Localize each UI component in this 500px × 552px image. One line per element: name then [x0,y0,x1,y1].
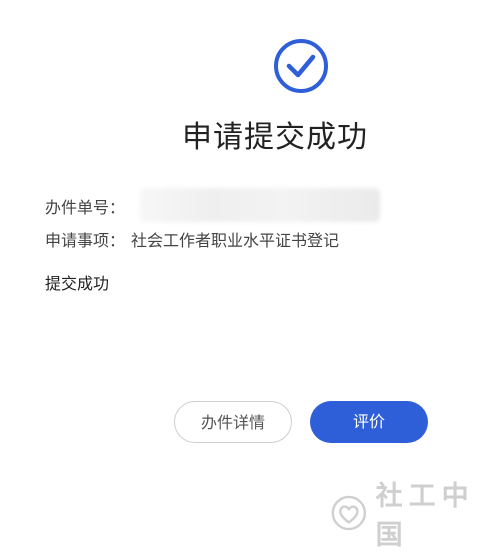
case-detail-button[interactable]: 办件详情 [174,401,292,443]
page-title: 申请提交成功 [182,120,368,155]
case-number-row: 办件单号： [45,197,125,219]
check-circle-icon [274,39,328,93]
case-number-label: 办件单号： [45,198,126,217]
application-item-label: 申请事项： [45,231,126,250]
watermark-text: 社工中国 [375,481,475,551]
watermark: 社工中国 [330,474,500,552]
redacted-case-number [140,188,380,222]
heart-logo-icon [331,495,367,531]
application-item-value: 社会工作者职业水平证书登记 [131,231,340,250]
rate-button[interactable]: 评价 [310,401,428,443]
application-item-row: 申请事项： 社会工作者职业水平证书登记 [45,230,339,252]
status-text: 提交成功 [45,274,110,293]
page: 申请提交成功 办件单号： 申请事项： 社会工作者职业水平证书登记 提交成功 办件详… [0,0,500,551]
